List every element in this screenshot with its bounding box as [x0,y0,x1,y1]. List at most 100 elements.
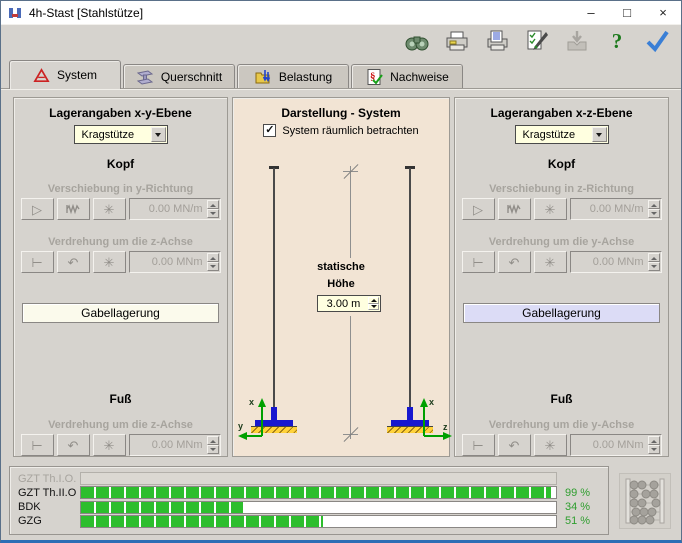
rotation-spring-button[interactable]: ↶ [57,251,90,273]
chevron-down-icon[interactable] [151,127,166,142]
support-type-value-xz: Kragstütze [523,129,576,141]
svg-text:x: x [249,397,254,407]
rigid-support-button[interactable]: ✳ [93,251,126,273]
progress-bar [80,515,557,528]
step-up-button[interactable] [207,253,219,262]
stepper [648,200,660,218]
step-down-button[interactable] [207,262,219,271]
tab-nachweise[interactable]: § Nachweise [351,64,463,88]
dimension-line-bottom [350,316,351,439]
fuss-rotation-stiffness-value-xy: 0.00 MNm [152,439,203,451]
step-down-button[interactable] [648,445,660,454]
fixed-support-icon: ⊢ [472,439,483,452]
spring-support-button[interactable] [498,198,531,220]
tab-bar: System Querschnitt Belastung § Nachweise [1,58,681,88]
status-percent: 51 % [557,515,599,527]
print-documents-icon[interactable] [483,27,511,55]
step-up-button[interactable] [648,200,660,209]
free-support-button[interactable]: ▷ [21,198,54,220]
proof-paragraph-icon: § [365,68,383,86]
support-type-select-xy[interactable]: Kragstütze [74,125,168,144]
maximize-button[interactable]: □ [609,1,645,24]
progress-bar [80,501,557,514]
statische-label: statische [233,261,449,273]
minimize-button[interactable]: – [573,1,609,24]
tab-querschnitt-label: Querschnitt [161,70,222,84]
support-stem [407,407,413,420]
utilization-panel: GZT Th.I.O. GZT Th.II.O 99 % BDK 34 % GZ… [9,466,609,535]
checklist-pen-icon[interactable] [523,27,551,55]
rigid-support-button[interactable]: ✳ [93,434,126,456]
tab-system[interactable]: System [9,60,121,89]
gabellagerung-button-xz[interactable]: Gabellagerung [463,303,660,323]
height-input[interactable]: 3.00 m [317,295,381,312]
fixed-support-button[interactable]: ⊢ [21,251,54,273]
hoehe-label: Höhe [233,278,449,290]
app-logo-icon [7,5,23,21]
status-row-gzt1: GZT Th.I.O. [18,472,599,485]
chevron-down-icon[interactable] [592,127,607,142]
rotation-spring-button[interactable]: ↶ [498,434,531,456]
fixed-support-button[interactable]: ⊢ [462,251,495,273]
search-binoculars-icon[interactable] [403,27,431,55]
rigid-support-button[interactable]: ✳ [534,198,567,220]
free-support-button[interactable]: ▷ [462,198,495,220]
step-up-button[interactable] [207,200,219,209]
stepper [648,436,660,454]
system-3d-checkbox[interactable]: ✓ [263,124,276,137]
window-controls: – □ × [573,1,681,24]
support-type-select-xz[interactable]: Kragstütze [515,125,609,144]
svg-text:z: z [443,422,448,432]
step-up-button[interactable] [207,436,219,445]
rotation-stiffness-value-xy: 0.00 MNm [152,256,203,268]
fuss-rotation-stiffness-input-xy[interactable]: 0.00 MNm [129,434,221,456]
stepper [207,436,219,454]
tab-querschnitt[interactable]: Querschnitt [123,64,235,88]
step-down-button[interactable] [648,209,660,218]
translation-stiffness-input-xz[interactable]: 0.00 MN/m [570,198,662,220]
step-down-button[interactable] [207,445,219,454]
step-up-button[interactable] [648,253,660,262]
rotation-spring-button[interactable]: ↶ [57,434,90,456]
rigid-support-button[interactable]: ✳ [534,251,567,273]
confirm-check-icon[interactable] [643,27,671,55]
step-down-button[interactable] [207,209,219,218]
rotation-spring-button[interactable]: ↶ [498,251,531,273]
rigid-support-button[interactable]: ✳ [93,198,126,220]
fuss-rotation-stiffness-input-xz[interactable]: 0.00 MNm [570,434,662,456]
spring-support-button[interactable] [57,198,90,220]
rotation-spring-icon: ↶ [68,256,79,269]
fuss-heading-xy: Fuß [14,392,227,406]
step-down-button[interactable] [368,304,379,311]
fixed-support-button[interactable]: ⊢ [21,434,54,456]
tab-belastung[interactable]: Belastung [237,64,349,88]
rigid-support-button[interactable]: ✳ [534,434,567,456]
translation-stiffness-value-xy: 0.00 MN/m [149,203,203,215]
print-icon[interactable] [443,27,471,55]
kopf-heading-xy: Kopf [14,157,227,171]
title-bar: 4h-Stast [Stahlstütze] – □ × [1,1,681,24]
translation-stiffness-input-xy[interactable]: 0.00 MN/m [129,198,221,220]
import-icon[interactable] [563,27,591,55]
progress-bar [80,486,557,499]
panel-xz-title: Lagerangaben x-z-Ebene [455,106,668,120]
fuss-rotation-stiffness-value-xz: 0.00 MNm [593,439,644,451]
help-icon[interactable]: ? [603,27,631,55]
rotation-stiffness-input-xz[interactable]: 0.00 MNm [570,251,662,273]
support-stem [271,407,277,420]
app-window: 4h-Stast [Stahlstütze] – □ × ? [0,0,682,543]
stepper [207,253,219,271]
progress-bar [80,472,557,485]
tab-system-label: System [57,68,97,82]
translation-label-xy: Verschiebung in y-Richtung [14,183,227,195]
panel-lager-xz: Lagerangaben x-z-Ebene Kragstütze Kopf V… [454,97,669,457]
step-down-button[interactable] [648,262,660,271]
gabellagerung-button-xy[interactable]: Gabellagerung [22,303,219,323]
darstellung-title: Darstellung - System [233,106,449,120]
close-button[interactable]: × [645,1,681,24]
fixed-support-button[interactable]: ⊢ [462,434,495,456]
panel-darstellung: Darstellung - System ✓ System räumlich b… [232,97,450,457]
step-up-button[interactable] [648,436,660,445]
rotation-stiffness-input-xy[interactable]: 0.00 MNm [129,251,221,273]
stepper [648,253,660,271]
